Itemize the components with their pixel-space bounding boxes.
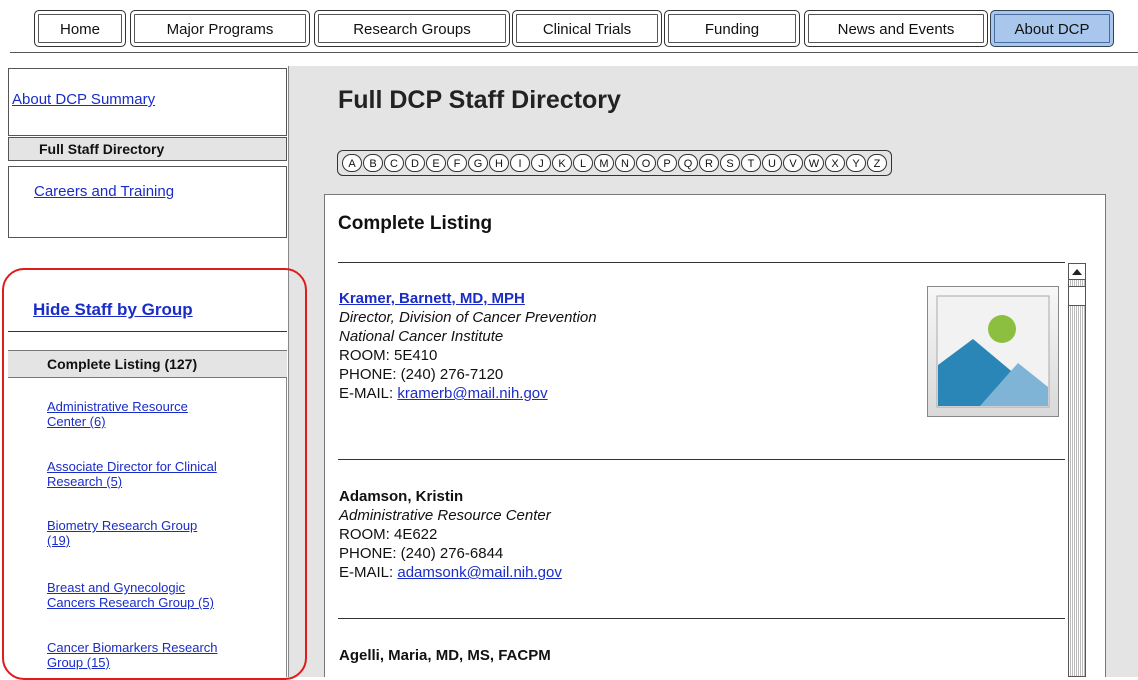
alpha-filter-n[interactable]: N (615, 154, 635, 172)
group-item-cancer-biomarkers[interactable]: Cancer Biomarkers Research Group (15) (47, 640, 218, 670)
alpha-filter-v[interactable]: V (783, 154, 803, 172)
staff-name: Adamson, Kristin (339, 488, 464, 505)
staff-organization: National Cancer Institute (339, 328, 504, 345)
group-item-line: Cancers Research Group (5) (47, 595, 214, 610)
alpha-filter-s[interactable]: S (720, 154, 740, 172)
tab-clinical-trials[interactable]: Clinical Trials (512, 10, 662, 47)
staff-email-link[interactable]: kramerb@mail.nih.gov (397, 385, 547, 402)
alpha-filter-a[interactable]: A (342, 154, 362, 172)
group-item-administrative-resource-center[interactable]: Administrative Resource Center (6) (47, 399, 188, 429)
sidebar-current-page: Full Staff Directory (8, 137, 287, 161)
staff-phone: PHONE: (240) 276-6844 (339, 545, 504, 562)
hide-staff-by-group-link[interactable]: Hide Staff by Group (33, 300, 193, 320)
alpha-filter-p[interactable]: P (657, 154, 677, 172)
alpha-filter-g[interactable]: G (468, 154, 488, 172)
staff-room: ROOM: 5E410 (339, 347, 438, 364)
alpha-filter-e[interactable]: E (426, 154, 446, 172)
group-item-biometry-research-group[interactable]: Biometry Research Group (19) (47, 518, 197, 548)
arrow-up-icon (1072, 269, 1082, 275)
scroll-up-button[interactable] (1069, 264, 1085, 280)
alpha-filter-d[interactable]: D (405, 154, 425, 172)
alpha-filter-t[interactable]: T (741, 154, 761, 172)
tab-research-groups[interactable]: Research Groups (314, 10, 510, 47)
staff-email-label: E-MAIL: (339, 564, 394, 581)
staff-phone: PHONE: (240) 276-7120 (339, 366, 504, 383)
groups-header: Hide Staff by Group (8, 286, 287, 332)
alpha-filter-f[interactable]: F (447, 154, 467, 172)
group-item-line: Center (6) (47, 414, 106, 429)
staff-email-row: E-MAIL: kramerb@mail.nih.gov (339, 384, 597, 403)
sidebar-careers-box: Careers and Training (8, 166, 287, 238)
alpha-filter-c[interactable]: C (384, 154, 404, 172)
about-dcp-summary-link[interactable]: About DCP Summary (12, 91, 155, 108)
page-title: Full DCP Staff Directory (338, 86, 621, 114)
entry-divider (338, 618, 1065, 619)
staff-entry: Agelli, Maria, MD, MS, FACPM (339, 646, 551, 665)
alpha-filter-k[interactable]: K (552, 154, 572, 172)
tab-news-and-events[interactable]: News and Events (804, 10, 988, 47)
group-item-line: Research (5) (47, 474, 123, 489)
group-item-breast-gynecologic-cancers[interactable]: Breast and Gynecologic Cancers Research … (47, 580, 214, 610)
staff-email-label: E-MAIL: (339, 385, 394, 402)
alpha-filter-m[interactable]: M (594, 154, 614, 172)
staff-entry: Adamson, Kristin Administrative Resource… (339, 487, 562, 582)
group-item-line: Associate Director for Clinical (47, 459, 217, 474)
image-placeholder-icon (936, 295, 1050, 408)
top-navigation: Home Major Programs Research Groups Clin… (10, 0, 1138, 53)
tab-major-programs[interactable]: Major Programs (130, 10, 310, 47)
alphabet-filter-bar: ABCDEFGHIJKLMNOPQRSTUVWXYZ (337, 150, 892, 176)
listing-panel (324, 194, 1106, 677)
staff-title: Administrative Resource Center (339, 507, 551, 524)
group-item-line: Cancer Biomarkers Research (47, 640, 218, 655)
tab-home[interactable]: Home (34, 10, 126, 47)
entry-divider (338, 262, 1065, 263)
alpha-filter-o[interactable]: O (636, 154, 656, 172)
scroll-thumb[interactable] (1069, 286, 1085, 306)
alpha-filter-h[interactable]: H (489, 154, 509, 172)
staff-email-row: E-MAIL: adamsonk@mail.nih.gov (339, 563, 562, 582)
alpha-filter-l[interactable]: L (573, 154, 593, 172)
tab-funding[interactable]: Funding (664, 10, 800, 47)
staff-name-link[interactable]: Kramer, Barnett, MD, MPH (339, 289, 597, 308)
listing-scrollbar[interactable] (1068, 263, 1086, 677)
alpha-filter-r[interactable]: R (699, 154, 719, 172)
group-item-line: Administrative Resource (47, 399, 188, 414)
alpha-filter-i[interactable]: I (510, 154, 530, 172)
group-item-line: Biometry Research Group (47, 518, 198, 533)
group-item-associate-director-clinical-research[interactable]: Associate Director for Clinical Research… (47, 459, 217, 489)
staff-name: Agelli, Maria, MD, MS, FACPM (339, 647, 551, 664)
tab-about-dcp[interactable]: About DCP (990, 10, 1114, 47)
staff-entry: Kramer, Barnett, MD, MPH Director, Divis… (339, 289, 597, 403)
alpha-filter-z[interactable]: Z (867, 154, 887, 172)
group-item-line: Group (15) (47, 655, 110, 670)
sidebar-summary-box: About DCP Summary (8, 68, 287, 136)
alpha-filter-w[interactable]: W (804, 154, 824, 172)
staff-room: ROOM: 4E622 (339, 526, 438, 543)
staff-title: Director, Division of Cancer Prevention (339, 309, 597, 326)
sidebar-divider (286, 378, 287, 677)
alpha-filter-b[interactable]: B (363, 154, 383, 172)
alpha-filter-x[interactable]: X (825, 154, 845, 172)
staff-photo-placeholder (927, 286, 1059, 417)
alpha-filter-y[interactable]: Y (846, 154, 866, 172)
group-item-line: Breast and Gynecologic (47, 580, 186, 595)
listing-title: Complete Listing (338, 213, 493, 234)
alpha-filter-u[interactable]: U (762, 154, 782, 172)
alpha-filter-q[interactable]: Q (678, 154, 698, 172)
group-item-line: (19) (47, 533, 71, 548)
careers-and-training-link[interactable]: Careers and Training (34, 183, 174, 200)
entry-divider (338, 459, 1065, 460)
complete-listing-group[interactable]: Complete Listing (127) (8, 350, 287, 378)
alpha-filter-j[interactable]: J (531, 154, 551, 172)
staff-email-link[interactable]: adamsonk@mail.nih.gov (397, 564, 561, 581)
